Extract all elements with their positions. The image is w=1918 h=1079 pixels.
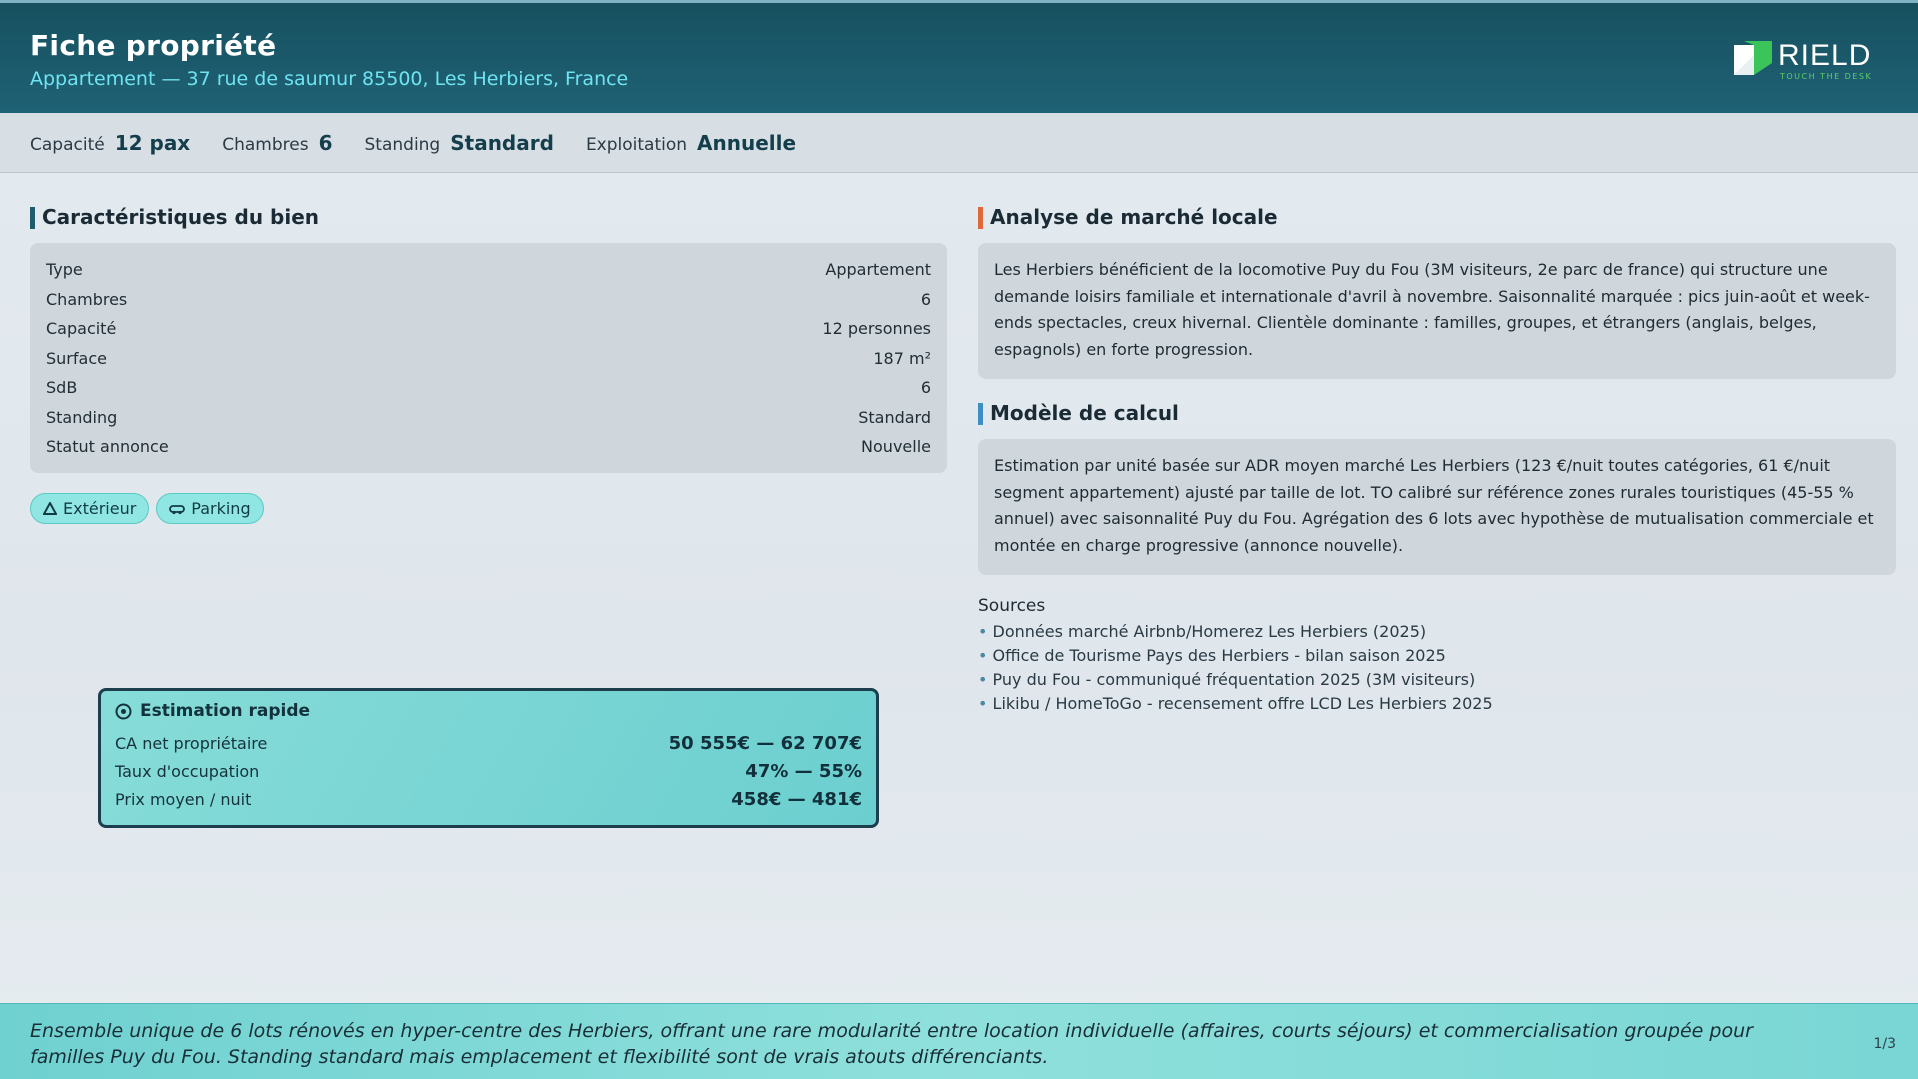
stat-label: Capacité [30, 134, 105, 155]
stat-value: 6 [318, 130, 333, 155]
estimate-label: Taux d'occupation [115, 761, 260, 781]
row-label: Surface [46, 348, 107, 368]
row-label: Type [46, 260, 83, 280]
row-label: Chambres [46, 289, 128, 309]
table-row: Standing Standard [46, 403, 931, 433]
row-value: Nouvelle [861, 437, 931, 457]
row-value: 6 [920, 378, 931, 398]
estimate-label: Prix moyen / nuit [115, 789, 252, 809]
quick-estimate-title: Estimation rapide [115, 701, 862, 721]
logo-tagline: TOUCH THE DESK [1780, 72, 1873, 81]
quick-estimate-title-text: Estimation rapide [140, 701, 311, 721]
logo-wordmark: RIELD [1778, 39, 1872, 72]
stat-label: Exploitation [585, 134, 688, 155]
estimate-label: CA net propriétaire [115, 733, 268, 753]
tag-label: Parking [191, 499, 251, 518]
list-item: Données marché Airbnb/Homerez Les Herbie… [978, 620, 1878, 644]
market-analysis-text: Les Herbiers bénéficient de la locomotiv… [994, 260, 1870, 359]
summary-stats-bar: Capacité 12 pax Chambres 6 Standing Stan… [0, 113, 1918, 173]
brand-logo: RIELD TOUCH THE DESK [1734, 39, 1874, 85]
stat-bedrooms: Chambres 6 [222, 131, 332, 155]
list-item: Office de Tourisme Pays des Herbiers - b… [978, 644, 1878, 668]
stat-standing: Standing Standard [365, 131, 554, 155]
estimate-row: Taux d'occupation 47% — 55% [115, 757, 862, 785]
estimate-value: 50 555€ — 62 707€ [668, 732, 862, 754]
estimate-row: CA net propriétaire 50 555€ — 62 707€ [115, 729, 862, 757]
calculation-model-panel: Estimation par unité basée sur ADR moyen… [978, 439, 1896, 575]
row-value: 12 personnes [822, 319, 931, 339]
summary-footer: Ensemble unique de 6 lots rénovés en hyp… [0, 1003, 1918, 1079]
market-analysis-title: Analyse de marché locale [978, 205, 1278, 229]
logo-mark-icon [1734, 41, 1772, 75]
row-value: Appartement [825, 260, 931, 280]
characteristics-title: Caractéristiques du bien [30, 205, 319, 229]
tag-parking[interactable]: Parking [156, 493, 264, 524]
tree-icon [43, 501, 57, 515]
estimate-row: Prix moyen / nuit 458€ — 481€ [115, 785, 862, 813]
property-address: Appartement — 37 rue de saumur 85500, Le… [30, 68, 629, 90]
stat-label: Standing [364, 134, 441, 155]
stat-exploitation: Exploitation Annuelle [586, 131, 796, 155]
row-value: 6 [920, 289, 931, 309]
estimate-value: 458€ — 481€ [731, 788, 862, 810]
table-row: Capacité 12 personnes [46, 314, 931, 344]
row-label: Capacité [46, 319, 117, 339]
row-value: Standard [858, 407, 931, 427]
sources-list: Données marché Airbnb/Homerez Les Herbie… [978, 620, 1878, 716]
estimate-value: 47% — 55% [745, 760, 862, 782]
table-row: Type Appartement [46, 255, 931, 285]
table-row: SdB 6 [46, 373, 931, 403]
row-label: Statut annonce [46, 437, 169, 457]
stat-value: Annuelle [697, 130, 797, 155]
page-indicator: 1/3 [1873, 1036, 1896, 1052]
tag-exterior[interactable]: Extérieur [30, 493, 150, 524]
row-label: Standing [46, 407, 118, 427]
feature-tags: Extérieur Parking [30, 493, 271, 524]
characteristics-table: Type Appartement Chambres 6 Capacité 12 per… [30, 243, 947, 473]
market-analysis-panel: Les Herbiers bénéficient de la locomotiv… [978, 243, 1896, 379]
quick-estimate-card: Estimation rapide CA net propriétaire 50 … [98, 688, 879, 828]
calculation-model-text: Estimation par unité basée sur ADR moyen… [994, 456, 1874, 555]
table-row: Chambres 6 [46, 285, 931, 315]
table-row: Statut annonce Nouvelle [46, 432, 931, 462]
stat-value: 12 pax [114, 130, 191, 155]
page-title: Fiche propriété [30, 29, 277, 62]
stat-capacity: Capacité 12 pax [30, 131, 190, 155]
sources-title: Sources [978, 596, 1046, 616]
stat-label: Chambres [222, 134, 309, 155]
calculation-model-title: Modèle de calcul [978, 401, 1179, 425]
target-icon [115, 703, 132, 719]
car-icon [169, 504, 186, 514]
stat-value: Standard [450, 130, 554, 155]
header-bar: Fiche propriété Appartement — 37 rue de … [0, 0, 1918, 113]
row-label: SdB [46, 378, 78, 398]
table-row: Surface 187 m² [46, 344, 931, 374]
summary-text: Ensemble unique de 6 lots rénovés en hyp… [30, 1020, 1753, 1068]
row-value: 187 m² [873, 348, 931, 368]
tag-label: Extérieur [63, 499, 137, 518]
list-item: Likibu / HomeToGo - recensement offre LC… [978, 692, 1878, 716]
sources-section: Sources Données marché Airbnb/Homerez Le… [978, 596, 1878, 716]
list-item: Puy du Fou - communiqué fréquentation 20… [978, 668, 1878, 692]
